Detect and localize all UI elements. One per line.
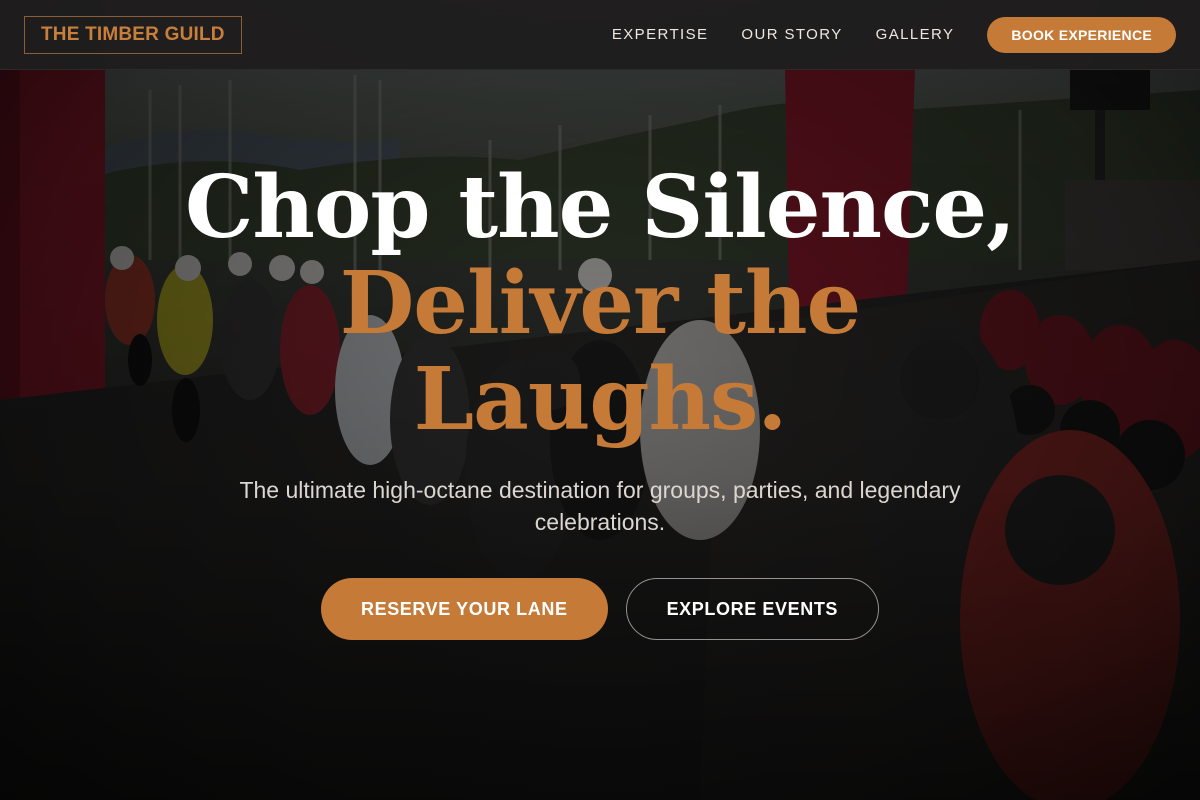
reserve-lane-button[interactable]: RESERVE YOUR LANE [320, 578, 608, 640]
nav-link-expertise[interactable]: EXPERTISE [612, 26, 709, 43]
hero-headline: Chop the Silence, Deliver the Laughs. [0, 160, 1200, 448]
book-experience-button[interactable]: BOOK EXPERIENCE [987, 16, 1176, 53]
headline-line-3: Laughs. [413, 349, 788, 450]
hero-subtitle: The ultimate high-octane destination for… [239, 477, 961, 535]
nav-link-gallery[interactable]: GALLERY [876, 26, 955, 43]
brand-logo[interactable]: THE TIMBER GUILD [24, 15, 242, 54]
hero-content: Chop the Silence, Deliver the Laughs. Th… [0, 160, 1200, 640]
top-nav: THE TIMBER GUILD EXPERTISE OUR STORY GAL… [0, 0, 1200, 70]
nav-links: EXPERTISE OUR STORY GALLERY BOOK EXPERIE… [612, 16, 1176, 53]
hero-cta-row: RESERVE YOUR LANE EXPLORE EVENTS [0, 578, 1200, 640]
explore-events-button[interactable]: EXPLORE EVENTS [625, 578, 880, 640]
headline-line-1: Chop the Silence, [184, 157, 1016, 258]
nav-link-our-story[interactable]: OUR STORY [741, 26, 842, 43]
headline-line-2: Deliver the [339, 253, 862, 354]
